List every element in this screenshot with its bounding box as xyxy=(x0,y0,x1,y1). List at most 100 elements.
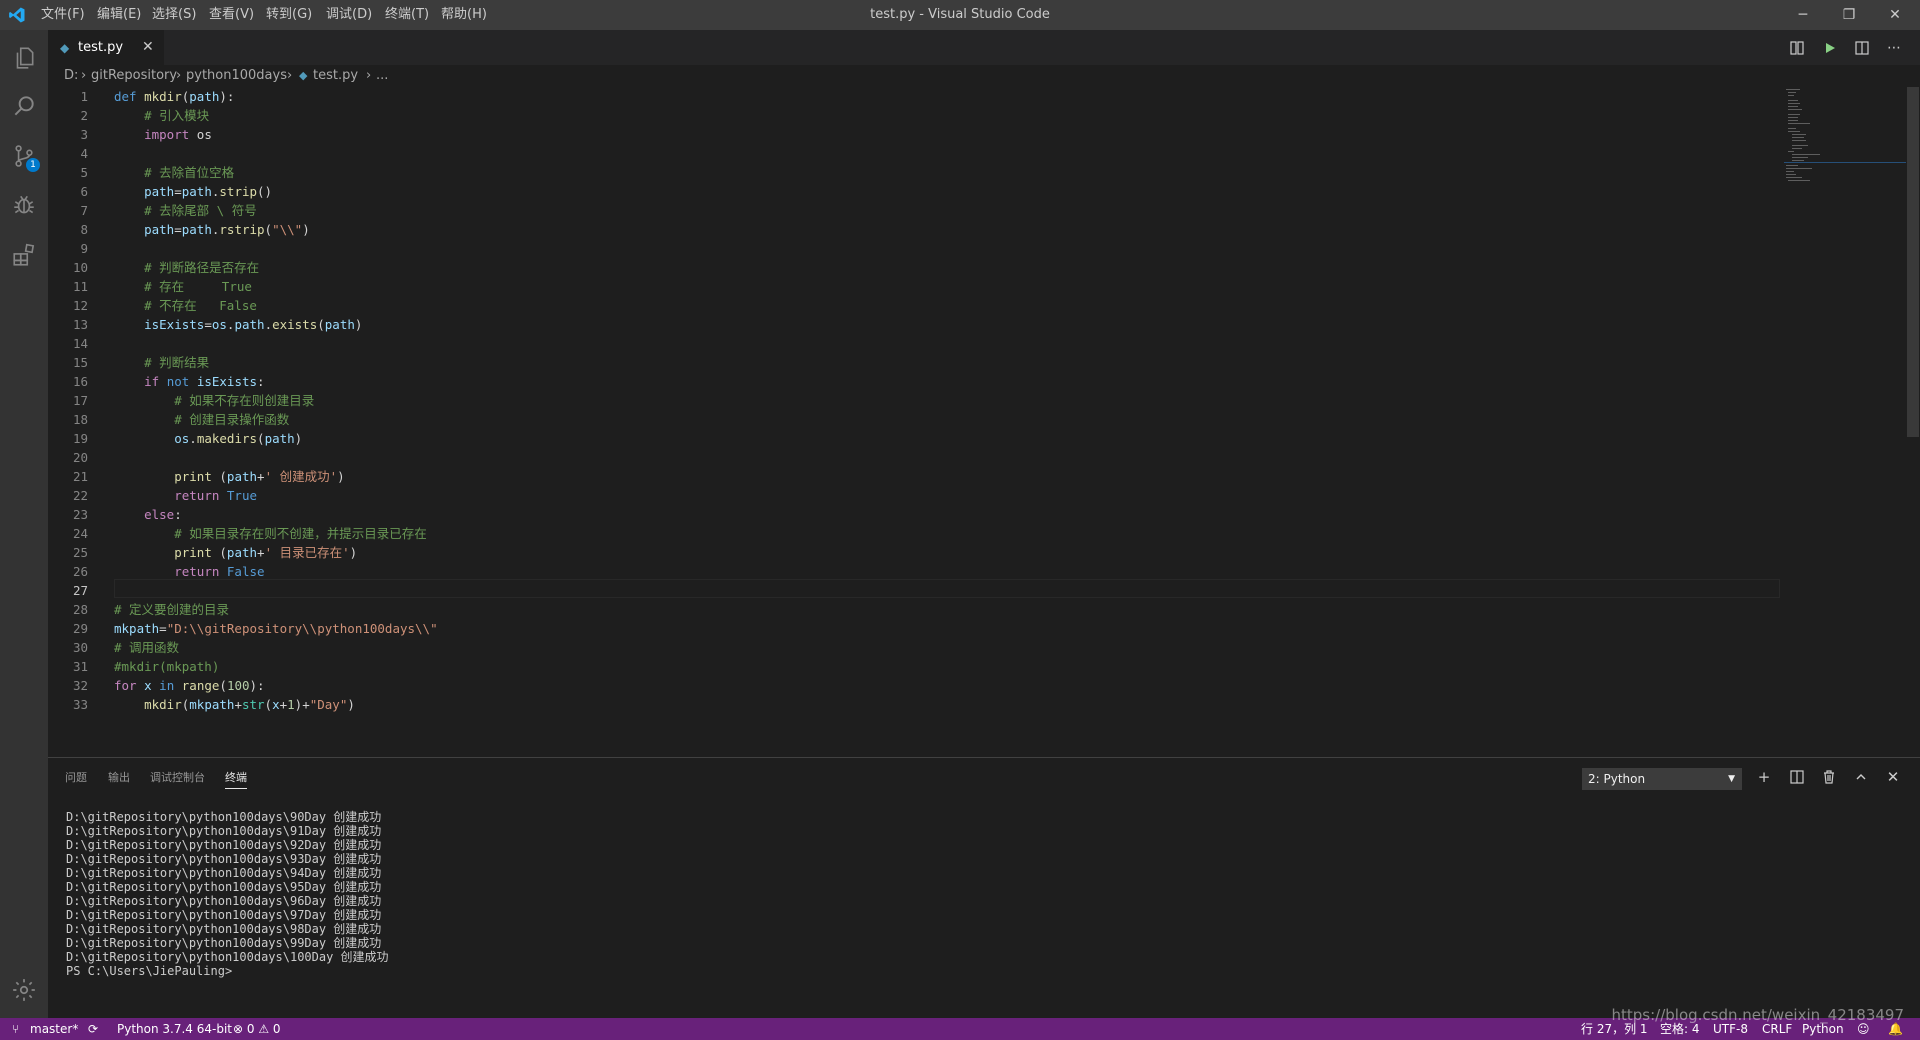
code-line-2: # 引入模块 xyxy=(144,108,210,123)
minimize-button[interactable]: ─ xyxy=(1780,0,1826,30)
line-number-text: 28 xyxy=(72,602,88,617)
breadcrumb-folder-python100days[interactable]: python100days xyxy=(186,65,287,87)
split-terminal-icon[interactable] xyxy=(1786,766,1808,788)
breadcrumb-file[interactable]: test.py xyxy=(313,65,358,87)
editor-scrollbar[interactable] xyxy=(1906,87,1920,757)
minimap[interactable] xyxy=(1784,87,1906,187)
python-interpreter[interactable]: Python 3.7.4 64-bit xyxy=(117,1018,232,1040)
line-number: 17 xyxy=(48,391,108,410)
line-number: 10 xyxy=(48,258,108,277)
code-line-10: # 判断路径是否存在 xyxy=(144,260,260,275)
python-file-icon: ◆ xyxy=(60,41,70,55)
more-actions-icon[interactable]: ⋯ xyxy=(1882,36,1906,60)
line-number: 6 xyxy=(48,182,108,201)
line-number: 21 xyxy=(48,467,108,486)
line-number-text: 18 xyxy=(72,412,88,427)
python-file-icon: ◆ xyxy=(299,69,308,82)
tab-problems[interactable]: 问题 xyxy=(65,768,87,788)
code-line-5: # 去除首位空格 xyxy=(144,165,235,180)
breadcrumb: D: › gitRepository › python100days › ◆ t… xyxy=(48,65,1920,87)
tab-terminal[interactable]: 终端 xyxy=(225,768,247,789)
code-line-11: # 存在 True xyxy=(144,279,252,294)
line-number: 27 xyxy=(48,581,108,600)
split-editor-icon[interactable] xyxy=(1850,36,1874,60)
line-number-text: 11 xyxy=(72,279,88,294)
line-number: 2 xyxy=(48,106,108,125)
line-number-text: 25 xyxy=(72,545,88,560)
code-line-8: path=path.rstrip("\\") xyxy=(144,222,310,237)
menu-selection[interactable]: 选择(S) xyxy=(152,0,196,30)
code-line-17: # 如果不存在则创建目录 xyxy=(174,393,315,408)
close-panel-button[interactable]: ✕ xyxy=(1882,766,1904,788)
code-line-32: for x in range(100): xyxy=(114,678,265,693)
line-number-text: 29 xyxy=(72,621,88,636)
breadcrumb-folder-gitrepository[interactable]: gitRepository xyxy=(91,65,177,87)
line-number: 29 xyxy=(48,619,108,638)
code-line-3: import os xyxy=(144,127,212,142)
line-number: 26 xyxy=(48,562,108,581)
sync-icon[interactable]: ⟳ xyxy=(88,1018,98,1040)
search-icon[interactable] xyxy=(0,82,48,130)
editor-scrollbar-thumb[interactable] xyxy=(1907,87,1919,437)
line-number-text: 21 xyxy=(72,469,88,484)
tab-output[interactable]: 输出 xyxy=(108,768,130,788)
code-editor[interactable]: def mkdir(path): # 引入模块 import os # 去除首位… xyxy=(48,87,1920,757)
breadcrumb-drive[interactable]: D: xyxy=(64,65,78,87)
problems-indicator[interactable]: ⊗ 0 ⚠ 0 xyxy=(233,1018,281,1040)
restore-button[interactable]: ❐ xyxy=(1826,0,1872,30)
code-line-22: return True xyxy=(174,488,258,503)
git-branch[interactable]: master* xyxy=(30,1018,78,1040)
line-number-text: 17 xyxy=(72,393,88,408)
line-number: 5 xyxy=(48,163,108,182)
run-icon[interactable] xyxy=(1818,36,1842,60)
line-number: 28 xyxy=(48,600,108,619)
menu-go[interactable]: 转到(G) xyxy=(266,0,312,30)
kill-terminal-icon[interactable] xyxy=(1818,766,1840,788)
terminal-selector[interactable]: 2: Python ▼ xyxy=(1582,768,1742,790)
code-line-1: def mkdir(path): xyxy=(114,89,235,104)
close-window-button[interactable]: ✕ xyxy=(1872,0,1918,30)
line-number: 1 xyxy=(48,87,108,106)
line-number: 25 xyxy=(48,543,108,562)
compare-icon[interactable] xyxy=(1785,36,1809,60)
line-number-text: 20 xyxy=(72,450,88,465)
gear-icon[interactable] xyxy=(0,966,48,1014)
menu-edit[interactable]: 编辑(E) xyxy=(97,0,141,30)
new-terminal-button[interactable]: + xyxy=(1753,766,1775,788)
code-line-16: if not isExists: xyxy=(144,374,265,389)
line-number-text: 31 xyxy=(72,659,88,674)
menu-file[interactable]: 文件(F) xyxy=(41,0,85,30)
vscode-logo-icon xyxy=(9,7,25,23)
tab-test-py[interactable]: ◆ test.py ✕ xyxy=(48,30,164,65)
code-line-26: return False xyxy=(174,564,265,579)
source-control-icon[interactable]: 1 xyxy=(0,132,48,180)
git-branch-icon: ⑂ xyxy=(12,1022,20,1036)
menu-debug[interactable]: 调试(D) xyxy=(326,0,372,30)
line-number-text: 6 xyxy=(80,184,88,199)
line-number-text: 9 xyxy=(80,241,88,256)
chevron-right-icon: › xyxy=(366,68,372,83)
menu-terminal[interactable]: 终端(T) xyxy=(385,0,429,30)
tab-debug-console[interactable]: 调试控制台 xyxy=(150,768,205,788)
chevron-down-icon: ▼ xyxy=(1728,774,1735,784)
maximize-panel-icon[interactable] xyxy=(1850,766,1872,788)
explorer-icon[interactable] xyxy=(0,34,48,82)
menu-help[interactable]: 帮助(H) xyxy=(441,0,487,30)
code-line-25: print (path+' 目录已存在') xyxy=(174,545,358,560)
breadcrumb-symbols[interactable]: ... xyxy=(376,65,388,87)
line-number: 33 xyxy=(48,695,108,714)
code-line-18: # 创建目录操作函数 xyxy=(174,412,290,427)
menu-view[interactable]: 查看(V) xyxy=(209,0,254,30)
code-line-21: print (path+' 创建成功') xyxy=(174,469,345,484)
line-number: 8 xyxy=(48,220,108,239)
debug-icon[interactable] xyxy=(0,181,48,229)
title-bar: 文件(F) 编辑(E) 选择(S) 查看(V) 转到(G) 调试(D) 终端(T… xyxy=(0,0,1920,30)
code-line-30: # 调用函数 xyxy=(114,640,180,655)
line-number-text: 12 xyxy=(72,298,88,313)
line-number-text: 19 xyxy=(72,431,88,446)
close-tab-icon[interactable]: ✕ xyxy=(142,30,154,65)
extensions-icon[interactable] xyxy=(0,231,48,279)
code-line-24: # 如果目录存在则不创建，并提示目录已存在 xyxy=(174,526,427,541)
line-number: 19 xyxy=(48,429,108,448)
line-number: 14 xyxy=(48,334,108,353)
